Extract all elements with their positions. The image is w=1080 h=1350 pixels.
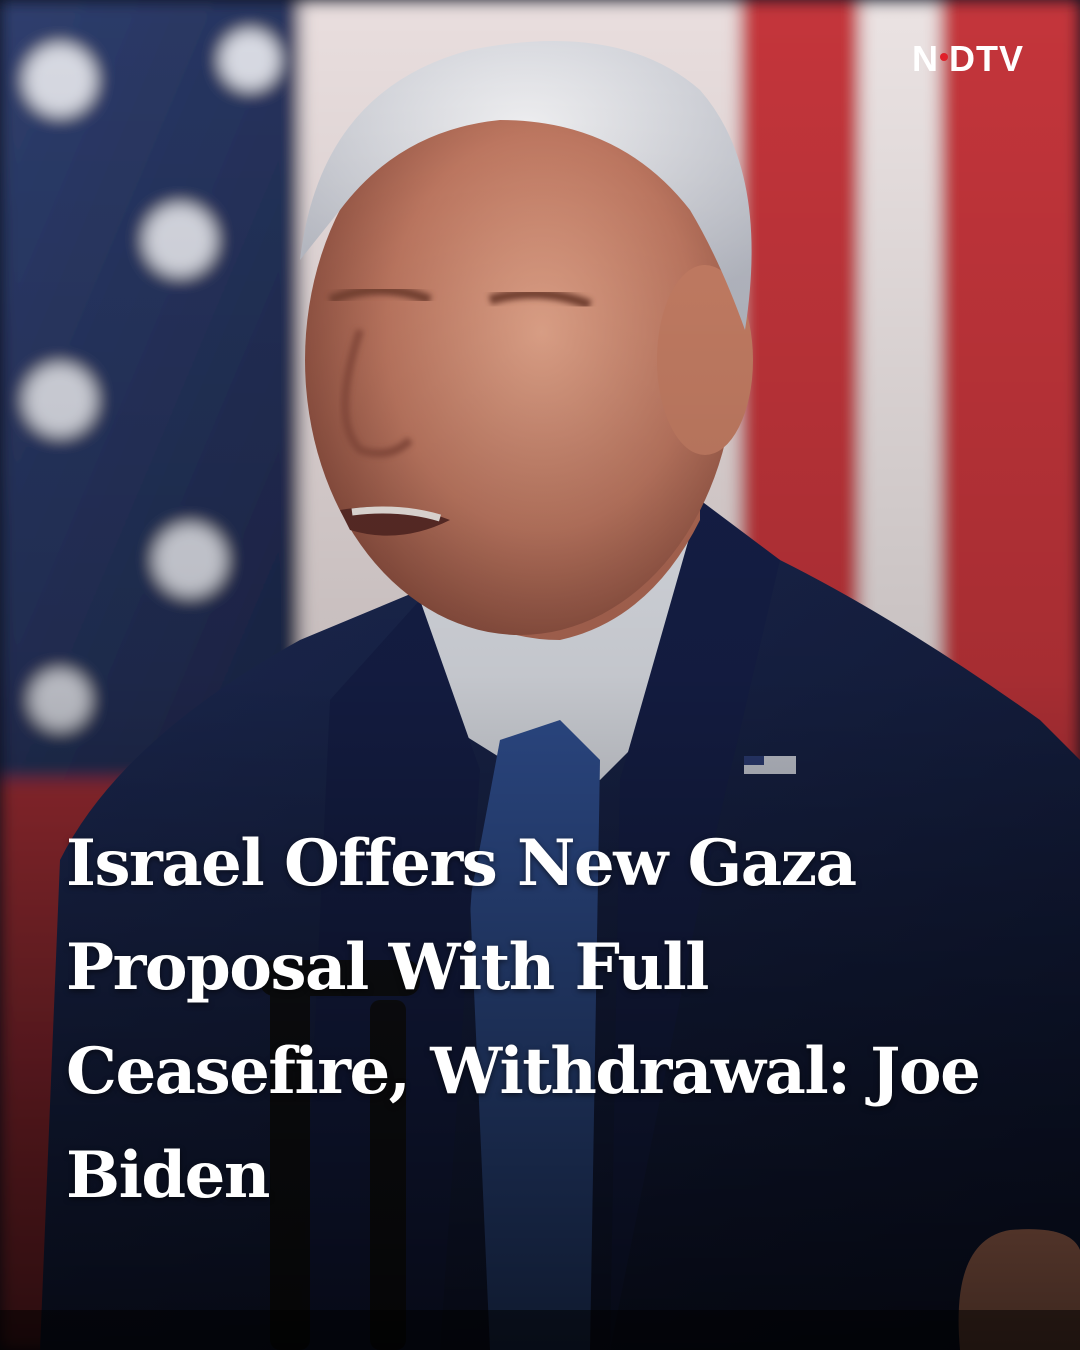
logo-letters-dtv: DTV	[949, 38, 1024, 79]
headline: Israel Offers New Gaza Proposal With Ful…	[66, 826, 981, 1213]
logo-red-dot-icon	[940, 53, 948, 61]
news-card: N DTV Israel Offers New Gaza Proposal Wi…	[0, 0, 1080, 1350]
ndtv-logo: N DTV	[912, 38, 1024, 80]
logo-letter-n: N	[912, 38, 939, 79]
